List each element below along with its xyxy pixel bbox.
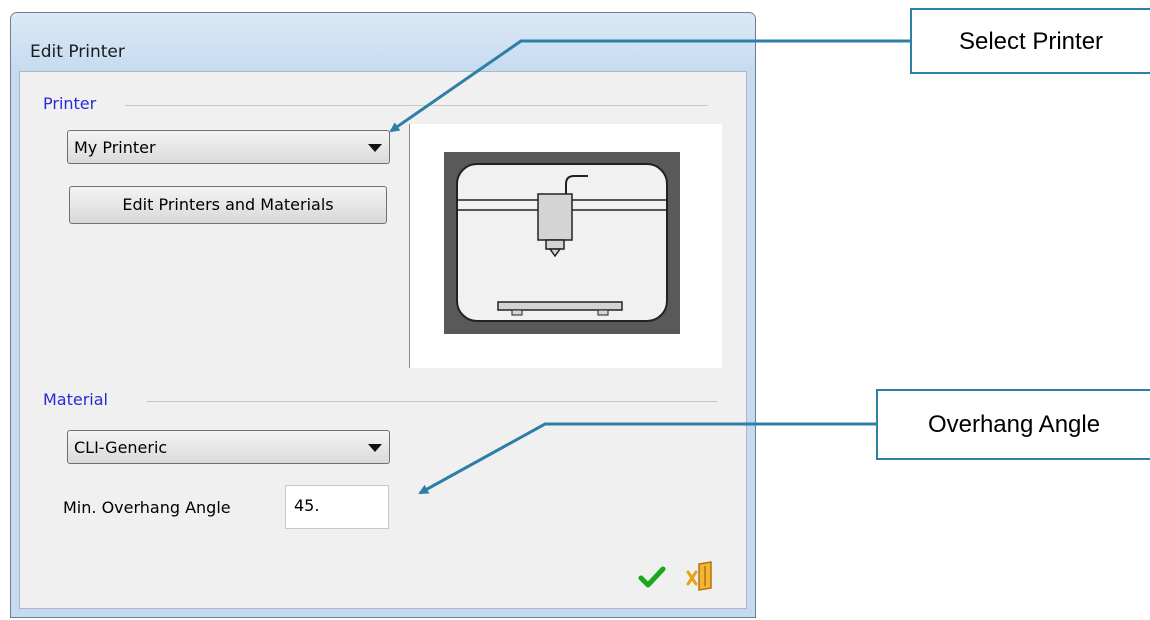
overhang-angle-callout: Overhang Angle (876, 389, 1150, 460)
overhang-angle-callout-text: Overhang Angle (927, 411, 1101, 438)
select-printer-callout: Select Printer (910, 8, 1150, 74)
select-printer-callout-text: Select Printer (958, 28, 1104, 55)
callout-arrows (389, 39, 912, 495)
